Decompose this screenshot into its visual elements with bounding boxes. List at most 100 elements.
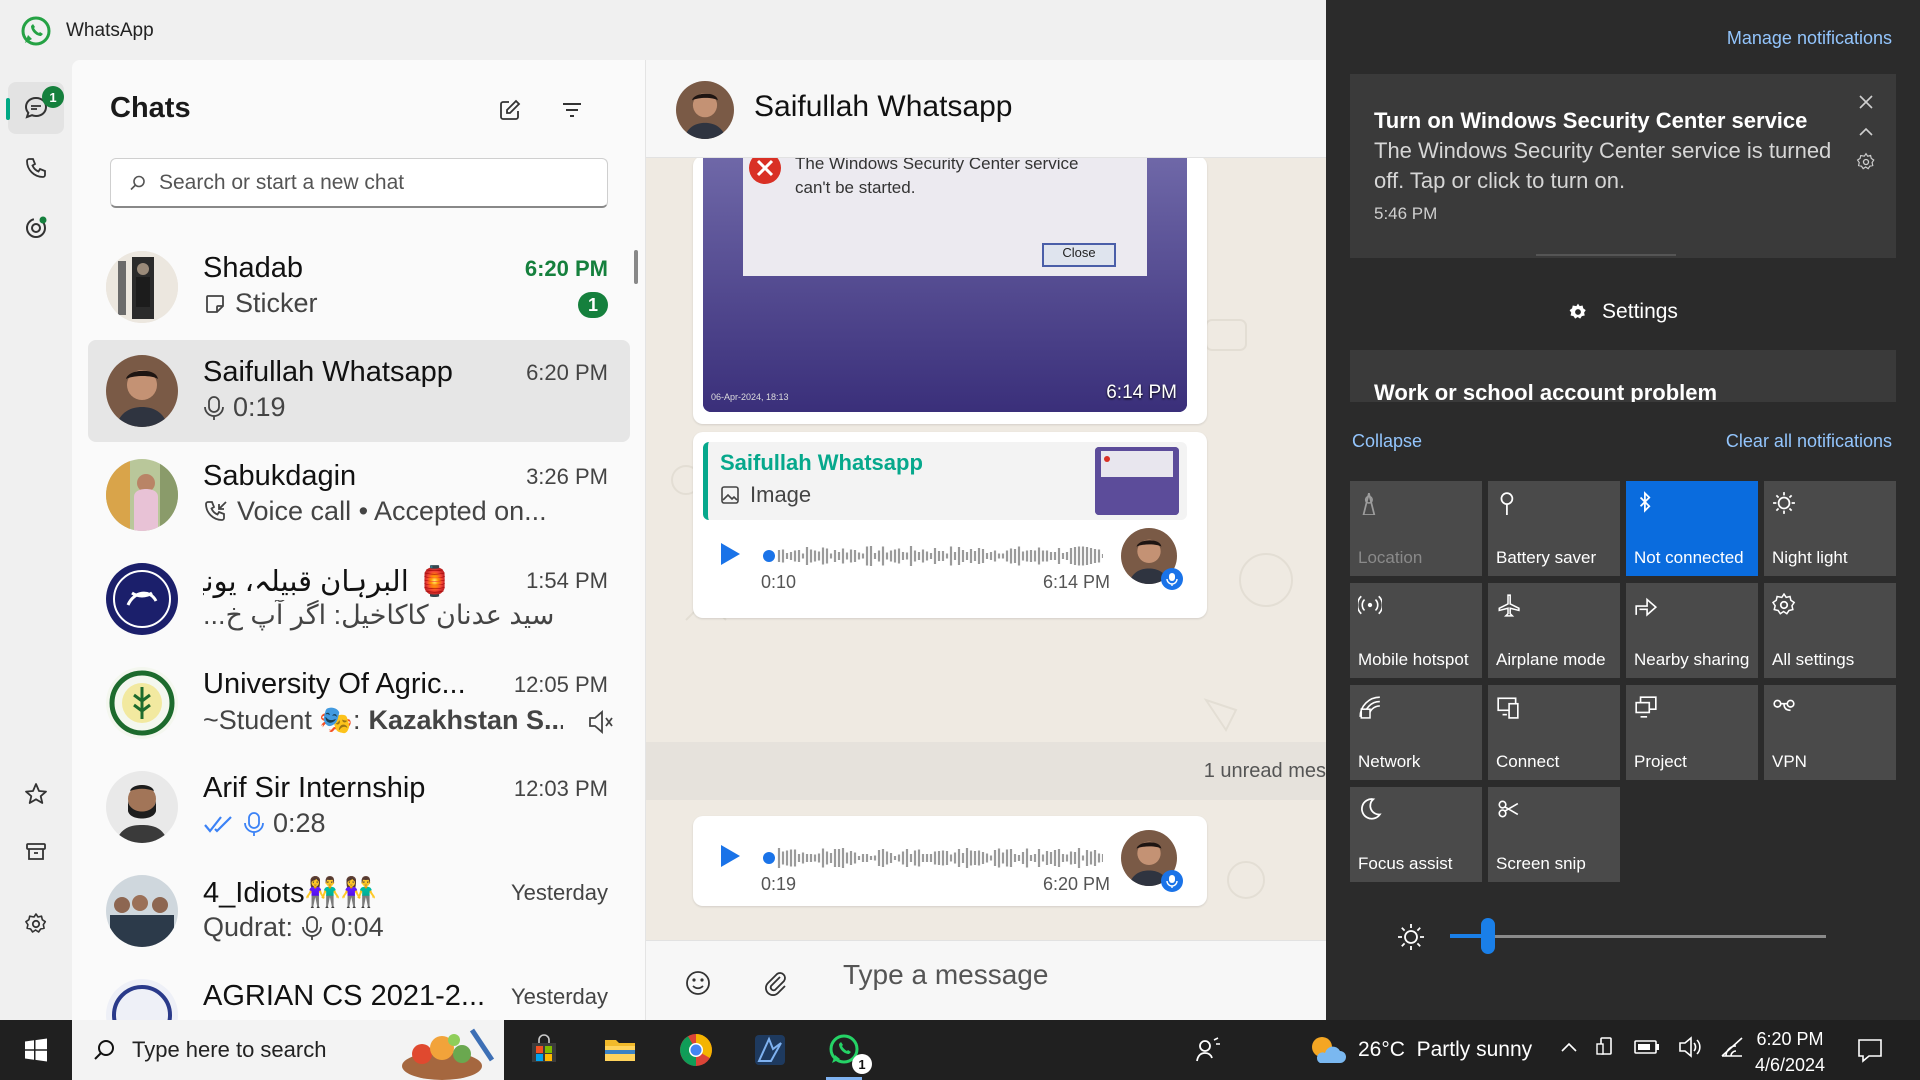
quick-action-connect[interactable]: Connect	[1488, 685, 1620, 780]
quick-action-all-settings[interactable]: All settings	[1764, 583, 1896, 678]
rail-status-button[interactable]	[8, 202, 64, 254]
action-center-icon[interactable]	[1856, 1036, 1884, 1064]
voice-note-mic-icon	[1161, 568, 1183, 590]
contact-avatar[interactable]	[676, 81, 734, 139]
quick-action-location[interactable]: Location	[1350, 481, 1482, 576]
dialog-text-1: The Windows Security Center service	[795, 156, 1079, 173]
windows-logo-icon	[25, 1038, 47, 1062]
voice-message-latest[interactable]: 0:19 6:20 PM	[693, 816, 1207, 906]
quick-action-screen-snip[interactable]: Screen snip	[1488, 787, 1620, 882]
audio-waveform[interactable]	[763, 544, 1103, 568]
audio-duration: 0:19	[761, 874, 797, 894]
quick-action-not-connected[interactable]: Not connected	[1626, 481, 1758, 576]
chat-name-text: البرہان قبیلہ، یونیور...	[203, 566, 409, 598]
weather-widget[interactable]: 26°C Partly sunny	[1308, 1030, 1532, 1070]
security-notification[interactable]: Turn on Windows Security Center service …	[1350, 74, 1896, 258]
clock-time: 6:20 PM	[1756, 1029, 1824, 1049]
quick-action-battery-saver[interactable]: Battery saver	[1488, 481, 1620, 576]
chat-name: 🏮 البرہان قبیلہ، یونیور...	[203, 564, 453, 599]
avatar	[106, 875, 178, 947]
chat-item-saifullah[interactable]: Saifullah Whatsapp 6:20 PM 0:19	[88, 340, 630, 442]
brightness-slider-thumb[interactable]	[1481, 918, 1495, 954]
chat-preview-text: سید عدنان کاکاخیل: اگر آپ خ...	[203, 600, 555, 630]
network-icon	[1359, 696, 1380, 719]
nearby-share-icon	[1635, 597, 1658, 617]
taskbar-whatsapp[interactable]: 1	[808, 1020, 880, 1080]
taskbar-clock[interactable]: 6:20 PM 4/6/2024	[1742, 1026, 1838, 1078]
quick-action-night-light[interactable]: Night light	[1764, 481, 1896, 576]
close-icon[interactable]	[1858, 94, 1874, 110]
filter-chats-button[interactable]	[552, 90, 592, 130]
device-icon[interactable]	[1596, 1036, 1616, 1058]
group-label-text: Settings	[1602, 300, 1678, 323]
tile-label: Network	[1358, 752, 1421, 771]
image-message[interactable]: The Windows Security Center service can'…	[693, 156, 1207, 424]
battery-icon[interactable]	[1634, 1039, 1660, 1055]
chat-preview-text: Sticker	[235, 288, 318, 318]
taskbar-app-blue[interactable]	[734, 1020, 806, 1080]
night-light-icon	[1773, 492, 1795, 514]
manage-notifications-link[interactable]: Manage notifications	[1727, 28, 1892, 49]
collapse-link[interactable]: Collapse	[1352, 431, 1422, 452]
chat-search-input[interactable]	[159, 170, 579, 195]
quick-action-project[interactable]: Project	[1626, 685, 1758, 780]
shared-image[interactable]: The Windows Security Center service can'…	[703, 156, 1187, 412]
chat-time: 6:20 PM	[526, 360, 608, 385]
gear-icon[interactable]	[1856, 152, 1876, 172]
quick-action-vpn[interactable]: VPN	[1764, 685, 1896, 780]
quick-action-nearby-sharing[interactable]: Nearby sharing	[1626, 583, 1758, 678]
audio-waveform[interactable]	[763, 846, 1103, 870]
message-input[interactable]	[843, 959, 1283, 991]
quick-action-focus-assist[interactable]: Focus assist	[1350, 787, 1482, 882]
start-button[interactable]	[0, 1020, 72, 1080]
chat-name: University Of Agric...	[203, 668, 466, 700]
attach-icon[interactable]	[762, 969, 788, 997]
chevron-up-icon[interactable]	[1858, 126, 1874, 138]
chat-item-university[interactable]: University Of Agric... 12:05 PM ~Student…	[88, 652, 630, 754]
chat-item-arif-sir[interactable]: Arif Sir Internship 12:03 PM 0:28	[88, 756, 630, 858]
chat-search-box[interactable]	[110, 158, 608, 208]
reply-audio-message[interactable]: Saifullah Whatsapp Image 0:10 6:14 PM	[693, 432, 1207, 618]
rail-settings-button[interactable]	[8, 898, 64, 950]
quick-action-mobile-hotspot[interactable]: Mobile hotspot	[1350, 583, 1482, 678]
chat-list-scrollbar[interactable]	[634, 250, 638, 284]
clear-all-notifications-link[interactable]: Clear all notifications	[1726, 431, 1892, 452]
chevron-up-icon[interactable]	[1560, 1040, 1578, 1054]
taskbar-chrome[interactable]	[660, 1020, 732, 1080]
taskbar-store-app[interactable]	[508, 1020, 580, 1080]
muted-icon	[589, 710, 613, 734]
hotspot-icon	[1358, 595, 1382, 615]
quick-action-network[interactable]: Network	[1350, 685, 1482, 780]
play-icon[interactable]	[715, 540, 743, 568]
weather-text: 26°C Partly sunny	[1358, 1038, 1533, 1061]
emoji-icon[interactable]	[684, 969, 712, 997]
play-icon[interactable]	[715, 842, 743, 870]
chat-item-alburhan[interactable]: 🏮 البرہان قبیلہ، یونیور... 1:54 PM سید ع…	[88, 548, 630, 650]
taskbar-search-input[interactable]	[132, 1037, 372, 1063]
chat-item-shadab[interactable]: Shadab 6:20 PM Sticker 1	[88, 236, 630, 338]
taskbar-search-box[interactable]	[72, 1020, 504, 1080]
chat-name: AGRIAN CS 2021-2...	[203, 980, 486, 1012]
project-icon	[1635, 696, 1657, 718]
chat-item-sabukdagin[interactable]: Sabukdagin 3:26 PM Voice call • Accepted…	[88, 444, 630, 546]
status-icon	[26, 216, 47, 238]
volume-icon[interactable]	[1678, 1036, 1702, 1058]
chat-preview: Sticker	[203, 288, 583, 319]
chat-item-agrian[interactable]: AGRIAN CS 2021-2... Yesterday	[88, 964, 630, 1020]
brightness-slider-track[interactable]	[1450, 935, 1826, 938]
quick-action-airplane-mode[interactable]: Airplane mode	[1488, 583, 1620, 678]
taskbar-file-explorer[interactable]	[584, 1020, 656, 1080]
chat-item-4-idiots[interactable]: 4_Idiots👫👫 Yesterday Qudrat: 0:04	[88, 860, 630, 962]
quoted-message[interactable]: Saifullah Whatsapp Image	[703, 442, 1187, 520]
rail-chats-button[interactable]: 1	[6, 82, 64, 134]
wifi-icon[interactable]	[1720, 1036, 1744, 1058]
rail-starred-button[interactable]	[8, 768, 64, 820]
chat-preview-text: Voice call • Accepted on...	[237, 496, 547, 526]
account-problem-notification[interactable]: Work or school account problem	[1350, 350, 1896, 402]
new-chat-button[interactable]	[490, 90, 530, 130]
rail-archived-button[interactable]	[8, 826, 64, 878]
people-icon[interactable]	[1194, 1036, 1222, 1064]
quoted-sender: Saifullah Whatsapp	[720, 450, 923, 475]
conversation-header[interactable]: Saifullah Whatsapp	[646, 60, 1326, 158]
rail-calls-button[interactable]	[8, 142, 64, 194]
